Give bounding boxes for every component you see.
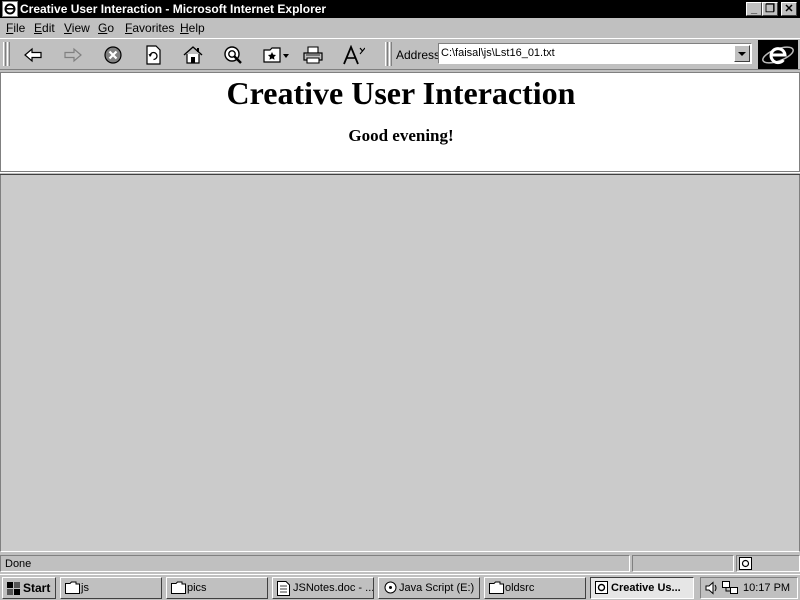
favorites-icon [263, 47, 289, 63]
zone-icon [739, 557, 752, 570]
close-button[interactable]: ✕ [781, 2, 797, 16]
task-button-jsnotes[interactable]: JSNotes.doc - ... [272, 577, 374, 599]
menu-file[interactable]: File [6, 20, 25, 36]
print-icon [303, 46, 323, 64]
search-button[interactable] [216, 42, 250, 68]
greeting-text: Good evening! [348, 126, 454, 145]
system-tray: 10:17 PM [700, 577, 798, 599]
clock[interactable]: 10:17 PM [743, 581, 790, 595]
forward-icon [64, 47, 82, 63]
chevron-down-icon [738, 52, 746, 56]
back-icon [24, 47, 42, 63]
home-icon [183, 46, 203, 64]
taskbar: Start js pics JSNotes.doc - ... Java Scr… [0, 574, 800, 600]
windows-logo-icon [7, 582, 20, 595]
folder-icon [171, 581, 186, 594]
task-button-pics[interactable]: pics [166, 577, 268, 599]
menu-bar: File Edit View Go Favorites Help [0, 18, 800, 38]
address-input[interactable] [441, 47, 733, 59]
title-bar[interactable]: Creative User Interaction - Microsoft In… [0, 0, 800, 18]
ie-logo-icon [762, 46, 794, 65]
menu-favorites[interactable]: Favorites [125, 20, 174, 36]
toolbar-grip[interactable] [3, 42, 6, 66]
address-bar[interactable] [438, 43, 752, 64]
menu-go[interactable]: Go [98, 20, 114, 36]
menu-help[interactable]: Help [180, 20, 205, 36]
stop-icon [104, 46, 122, 64]
toolbar: Address [0, 38, 800, 70]
drive-icon [384, 581, 397, 594]
window-title: Creative User Interaction - Microsoft In… [20, 2, 327, 16]
status-progress-pane [632, 555, 734, 572]
font-icon [343, 45, 365, 65]
address-label: Address [396, 48, 441, 62]
status-text-pane: Done [0, 555, 630, 572]
toolbar-grip[interactable] [389, 42, 392, 66]
page-heading: Creative User Interaction [226, 75, 576, 111]
refresh-button[interactable] [136, 42, 170, 68]
minimize-button[interactable]: _ [746, 2, 762, 16]
menu-view[interactable]: View [64, 20, 90, 36]
toolbar-grip[interactable] [385, 42, 388, 66]
back-button[interactable] [16, 42, 50, 68]
favorites-button[interactable] [256, 42, 290, 68]
menu-edit[interactable]: Edit [34, 20, 55, 36]
status-zone-pane [736, 555, 800, 572]
ie-logo [758, 40, 798, 69]
task-button-javascript-drive[interactable]: Java Script (E:) [378, 577, 480, 599]
task-button-js[interactable]: js [60, 577, 162, 599]
forward-button[interactable] [56, 42, 90, 68]
toolbar-grip[interactable] [7, 42, 10, 66]
start-label: Start [23, 581, 51, 595]
restore-button[interactable]: ❐ [762, 2, 778, 16]
search-icon [224, 46, 242, 64]
folder-icon [65, 581, 80, 594]
stop-button[interactable] [96, 42, 130, 68]
document-icon [277, 581, 290, 596]
home-button[interactable] [176, 42, 210, 68]
ie-icon [595, 581, 608, 594]
network-icon[interactable] [722, 581, 738, 595]
start-button[interactable]: Start [2, 577, 56, 599]
task-button-oldsrc[interactable]: oldsrc [484, 577, 586, 599]
refresh-icon [146, 45, 161, 65]
ie-window-icon[interactable] [2, 1, 18, 17]
font-size-button[interactable] [336, 42, 370, 68]
address-dropdown-button[interactable] [734, 45, 750, 62]
status-bar: Done [0, 553, 800, 573]
top-frame: Creative User Interaction Good evening! [0, 72, 800, 172]
speaker-icon[interactable] [705, 581, 719, 595]
bottom-frame [0, 175, 800, 552]
task-button-creative-user-interaction[interactable]: Creative Us... [590, 577, 694, 599]
status-text: Done [5, 558, 32, 570]
folder-icon [489, 581, 504, 594]
print-button[interactable] [296, 42, 330, 68]
